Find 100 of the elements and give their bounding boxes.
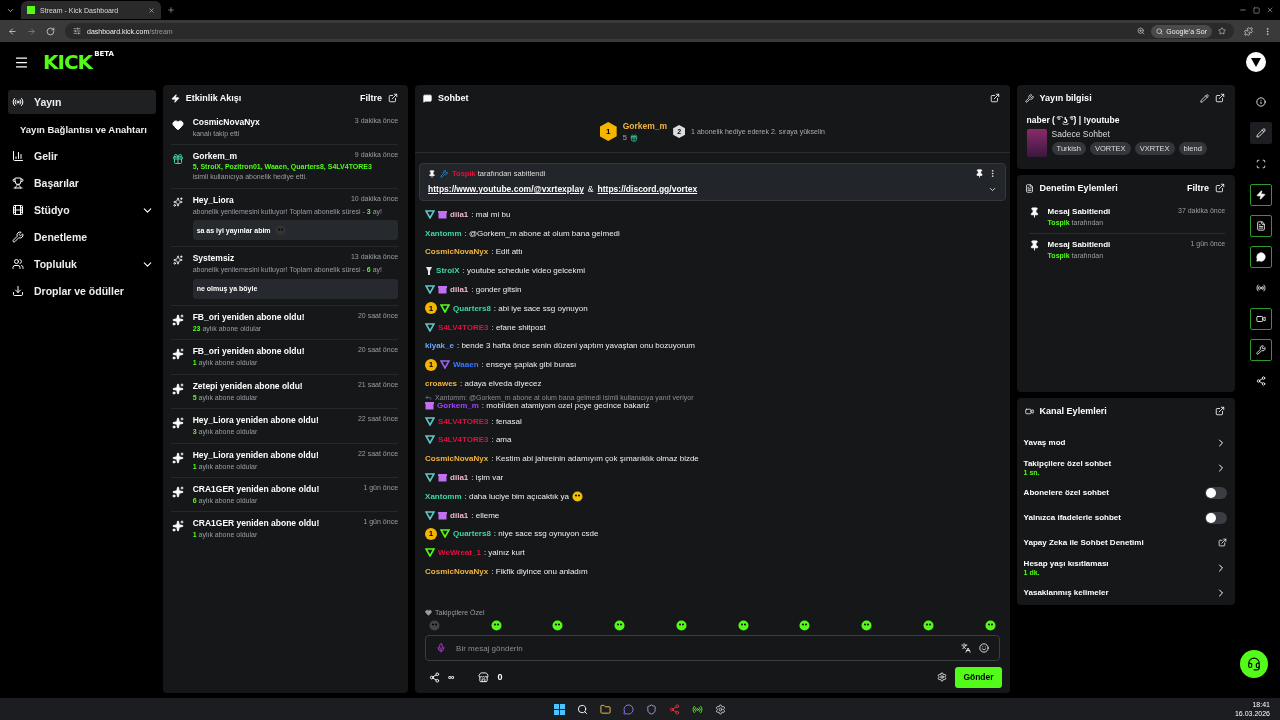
pencil-icon[interactable] [1200,93,1210,103]
settings-icon[interactable] [715,703,726,715]
category-name: Sadece Sohbet [1051,129,1111,139]
username[interactable]: dila1 [450,209,469,219]
app-icon[interactable] [669,703,680,715]
pin-icon [428,169,437,178]
avatar-icon[interactable] [1246,52,1266,72]
popout-icon[interactable] [1215,183,1226,193]
wrench-icon [12,231,24,243]
username[interactable]: kiyak_e [425,341,454,351]
channel-action-row[interactable]: Yalnızca ifadelerle sohbet [1016,505,1236,530]
rail-button[interactable] [1250,184,1273,206]
activity-title: Hey_Liora yeniden abone oldu! [192,449,319,460]
username[interactable]: Quarters8 [453,529,491,539]
channel-action-row[interactable]: Yapay Zeka ile Sohbet Denetimi [1016,530,1236,555]
help-button[interactable] [1240,650,1268,678]
username[interactable]: Xantomm [425,228,462,238]
pin-icon [1028,240,1040,252]
maximize-icon[interactable] [1253,6,1260,14]
username[interactable]: CosmicNovaNyx [425,454,489,464]
username[interactable]: Xantomm [425,491,462,501]
username[interactable]: dila1 [450,285,469,295]
username[interactable]: S4LV4TORE3 [438,435,489,445]
nav-item[interactable]: Topluluk [8,252,156,276]
menu-icon[interactable] [14,54,29,70]
action-label: Takipçilere özel sohbet [1023,459,1113,468]
film-icon [12,204,24,216]
store-icon[interactable] [478,671,490,683]
star-icon[interactable] [1218,27,1226,35]
close-icon[interactable] [1266,6,1274,14]
nav-item[interactable]: Denetleme [8,225,156,249]
extensions-icon[interactable] [1244,26,1253,36]
popout-icon[interactable] [1215,406,1226,416]
back-icon[interactable] [8,26,17,36]
new-tab-icon[interactable] [167,6,175,14]
rail-button[interactable] [1250,308,1273,330]
nav-item[interactable]: Gelir [8,144,156,168]
nodes-icon[interactable] [429,671,441,683]
emote-icon [984,620,996,631]
nav-item[interactable]: Droplar ve ödüller [8,279,156,303]
app-icon[interactable] [692,703,703,715]
rail-button[interactable] [1250,215,1273,237]
activity-title: Systemsiz [192,253,235,264]
channel-action-row[interactable]: Abonelere özel sohbet [1016,480,1236,505]
username[interactable]: S4LV4TORE3 [438,416,489,426]
username[interactable]: StroiX [436,266,460,276]
username[interactable]: Gorkem_m [437,401,479,411]
popout-icon[interactable] [989,93,1000,103]
username[interactable]: WeWreat_1 [438,548,481,558]
message-text: : youtube schedule video gelcekmi [462,266,585,276]
username[interactable]: dila1 [450,473,469,483]
popout-icon[interactable] [1215,93,1226,103]
username[interactable]: Waaen [453,360,479,370]
nav-item[interactable]: Yayın Bağlantısı ve Anahtarı [8,117,156,141]
emote-icon [799,620,811,631]
toggle-switch[interactable] [1205,486,1228,499]
message-input[interactable]: Bir mesaj gönderin [454,642,953,654]
leader-name: Gorkem_m [622,121,668,131]
username[interactable]: CosmicNovaNyx [425,247,489,257]
popout-icon[interactable] [388,93,399,103]
chat-icon [423,93,433,103]
channel-action-row[interactable]: Yasaklanmış kelimeler [1016,580,1236,605]
translate-icon[interactable] [960,643,971,653]
channel-action-row[interactable]: Yavaş mod [1016,430,1236,455]
username[interactable]: Quarters8 [453,303,491,313]
close-icon[interactable] [148,6,155,14]
username[interactable]: S4LV4TORE3 [438,322,489,332]
microphone-icon[interactable] [436,643,447,653]
rail-button[interactable] [1250,122,1273,144]
username[interactable]: dila1 [450,510,469,520]
sparkle-icon [171,520,184,533]
panel-title: Sohbet [438,93,470,103]
rail-button[interactable] [1250,339,1273,361]
link[interactable]: https://discord.gg/vortex [597,184,698,194]
action-label: Yapay Zeka ile Sohbet Denetimi [1023,538,1145,547]
app-icon[interactable] [646,703,657,715]
headset-icon [1247,657,1261,671]
send-button[interactable]: Gönder [955,666,1002,688]
forward-icon[interactable] [27,26,36,36]
windows-start-icon[interactable] [554,703,565,715]
message-field[interactable]: Bir mesaj gönderin [425,635,1000,661]
nav-item[interactable]: Stüdyo [8,198,156,222]
nav-item[interactable]: Başarılar [8,171,156,195]
menu-icon[interactable] [1263,26,1272,36]
username[interactable]: croawes [425,379,458,389]
toggle-switch[interactable] [1205,511,1228,524]
link[interactable]: https://www.youtube.com/@vxrtexplay [428,184,584,194]
rail-button[interactable] [1250,246,1273,268]
nav-item[interactable]: Yayın [8,90,156,114]
emoji-icon[interactable] [978,643,989,653]
zoom-icon[interactable] [1137,27,1146,35]
filter-button[interactable]: Filtre [360,93,383,103]
chat-app-icon[interactable] [623,703,634,715]
reload-icon[interactable] [46,26,55,36]
unpin-icon[interactable] [974,169,984,178]
folder-icon[interactable] [600,703,611,715]
emote-icon [552,620,564,631]
username[interactable]: CosmicNovaNyx [425,567,489,577]
search-icon[interactable] [577,703,588,715]
filter-button[interactable]: Filtre [1187,183,1210,193]
